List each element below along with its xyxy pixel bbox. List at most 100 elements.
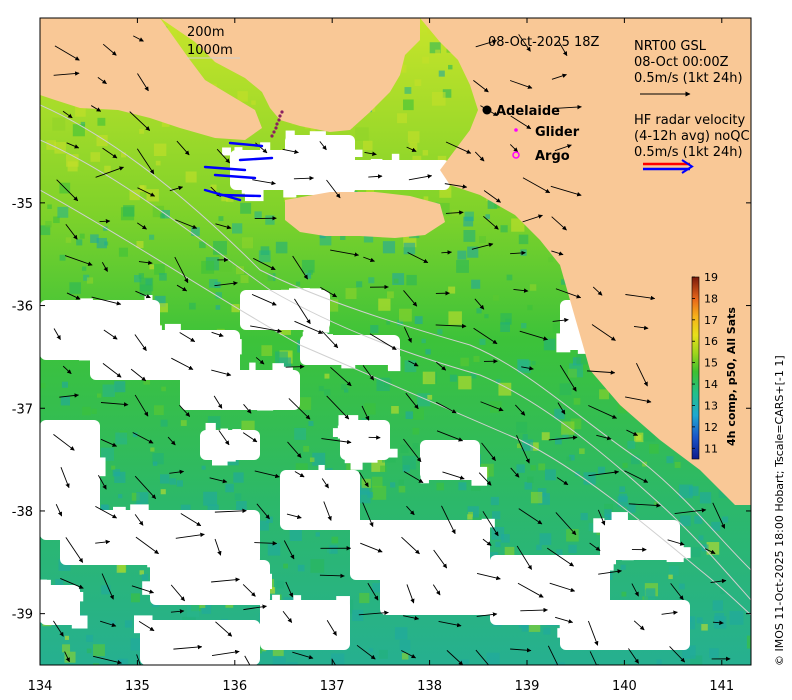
sst-pixel [412, 427, 420, 435]
sst-pixel [309, 457, 315, 463]
sst-pixel [527, 476, 534, 483]
no-data-gap-fragment [241, 441, 253, 456]
sst-pixel [468, 511, 474, 517]
no-data-gap-fragment [77, 471, 95, 491]
sst-pixel [536, 544, 542, 551]
no-data-gap-fragment [598, 617, 610, 631]
no-data-gap-fragment [579, 615, 589, 633]
sst-pixel [141, 574, 149, 581]
sst-pixel [531, 361, 536, 366]
sst-pixel [189, 302, 196, 310]
no-data-gap-fragment [146, 652, 166, 665]
no-data-gap-fragment [351, 549, 371, 566]
no-data-gap-fragment [160, 340, 170, 358]
no-data-gap-fragment [258, 300, 274, 313]
sst-pixel [486, 652, 500, 665]
sst-pixel [159, 213, 165, 219]
sst-pixel [699, 492, 712, 504]
sst-pixel [387, 291, 394, 299]
sst-pixel [370, 325, 379, 334]
sst-pixel [471, 279, 481, 289]
sst-pixel [674, 461, 681, 468]
sst-pixel [201, 465, 206, 470]
sst-pixel [620, 564, 626, 570]
no-data-gap-fragment [267, 153, 276, 168]
sst-pixel [371, 476, 383, 488]
no-data-gap-fragment [68, 591, 84, 602]
sst-pixel [493, 294, 499, 301]
sst-pixel [79, 233, 85, 239]
no-data-gap-fragment [142, 581, 161, 595]
no-data-gap-fragment [608, 615, 620, 630]
sst-pixel [421, 338, 426, 344]
sst-pixel [186, 605, 199, 618]
sst-pixel [516, 421, 528, 433]
no-data-gap-fragment [283, 183, 297, 198]
sst-pixel [541, 432, 550, 441]
sst-pixel [696, 617, 703, 624]
sst-pixel [240, 274, 249, 284]
sst-pixel [709, 648, 719, 658]
no-data-gap-fragment [244, 181, 264, 202]
no-data-gap-fragment [192, 646, 205, 662]
sst-pixel [506, 274, 513, 281]
sst-pixel [479, 236, 486, 244]
sst-pixel [403, 99, 414, 111]
argo-label: Argo [535, 149, 570, 164]
no-data-gap-fragment [160, 510, 176, 529]
sst-pixel [382, 241, 396, 254]
sst-pixel [237, 91, 248, 102]
sst-pixel [495, 541, 501, 548]
no-data-gap-fragment [601, 549, 616, 557]
no-data-gap-fragment [559, 561, 574, 575]
sst-pixel [668, 565, 679, 576]
sst-pixel [104, 165, 111, 173]
sst-pixel [169, 478, 177, 485]
no-data-gap-fragment [228, 339, 242, 355]
no-data-gap-fragment [328, 161, 337, 175]
sst-pixel [155, 160, 161, 166]
sst-pixel [399, 308, 412, 322]
sst-pixel [318, 385, 324, 392]
sst-pixel [324, 389, 331, 396]
no-data-gap-fragment [196, 559, 203, 573]
sst-pixel [618, 493, 628, 502]
sst-pixel [72, 124, 85, 137]
sst-pixel [458, 482, 467, 491]
sst-pixel [185, 171, 197, 183]
sst-pixel [40, 383, 46, 389]
sst-pixel [438, 70, 445, 77]
sst-pixel [266, 516, 273, 523]
sst-pixel [530, 465, 536, 471]
no-data-gap-fragment [285, 130, 295, 150]
no-data-gap-fragment [44, 345, 60, 353]
sst-pixel [397, 113, 407, 124]
sst-pixel [241, 237, 254, 249]
sst-pixel [500, 322, 510, 332]
no-data-gap-fragment [358, 347, 370, 361]
sst-pixel [479, 338, 486, 345]
y-tick-label: -36 [12, 300, 33, 315]
sst-pixel [635, 434, 642, 441]
sst-pixel [412, 408, 424, 420]
sst-pixel [406, 274, 417, 286]
sst-pixel [712, 600, 724, 611]
sst-pixel [160, 419, 168, 427]
sst-pixel [399, 639, 411, 651]
map-title: 08-Oct-2025 18Z [488, 35, 600, 50]
no-data-gap-fragment [94, 530, 110, 540]
no-data-gap-fragment [264, 612, 282, 619]
sst-pixel [65, 237, 72, 243]
sst-pixel [215, 305, 221, 310]
no-data-gap-fragment [560, 311, 572, 324]
model-legend-line-3: 0.5m/s (1kt 24h) [634, 71, 743, 86]
sst-pixel [746, 635, 751, 649]
sst-pixel [352, 609, 364, 622]
sst-pixel [490, 496, 499, 506]
no-data-gap-fragment [309, 131, 326, 141]
no-data-gap-fragment [338, 415, 359, 433]
no-data-gap-fragment [450, 571, 463, 585]
no-data-gap-fragment [389, 560, 406, 572]
no-data-gap-fragment [659, 606, 680, 624]
x-tick-label: 134 [28, 679, 53, 694]
